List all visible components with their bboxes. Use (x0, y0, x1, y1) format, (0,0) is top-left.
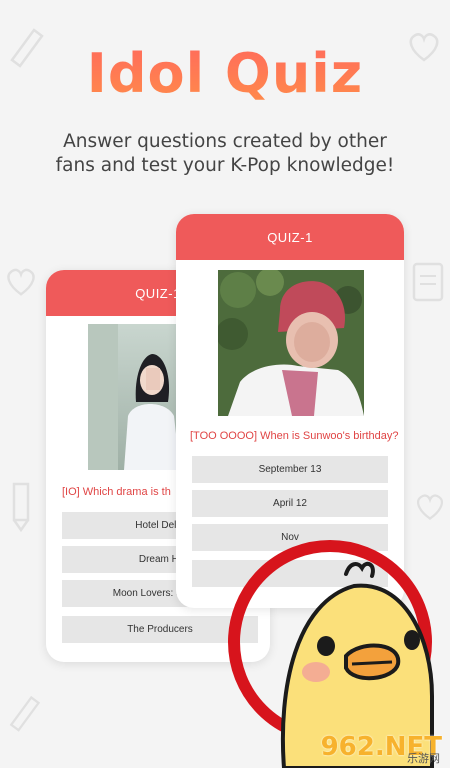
heart-icon (7, 268, 35, 296)
subtitle-line-2: fans and test your K-Pop knowledge! (55, 155, 395, 176)
answer-option[interactable]: September 13 (192, 456, 388, 483)
quiz-question: [IO] Which drama is th (62, 486, 171, 498)
clipboard-icon (412, 262, 444, 302)
quiz-question: [TOO OOOO] When is Sunwoo's birthday? (190, 430, 399, 442)
heart-icon (417, 494, 443, 520)
quiz-photo (218, 270, 364, 416)
quiz-card-header: QUIZ-1 (176, 214, 404, 260)
answer-option[interactable]: April 12 (192, 490, 388, 517)
watermark-subtext: 乐游网 (407, 752, 440, 765)
app-title: Idol Quiz (0, 42, 450, 105)
pencil-icon (9, 695, 41, 732)
subtitle-line-1: Answer questions created by other (63, 131, 387, 152)
app-subtitle: Answer questions created by other fans a… (0, 130, 450, 178)
pencil-icon (12, 482, 30, 532)
